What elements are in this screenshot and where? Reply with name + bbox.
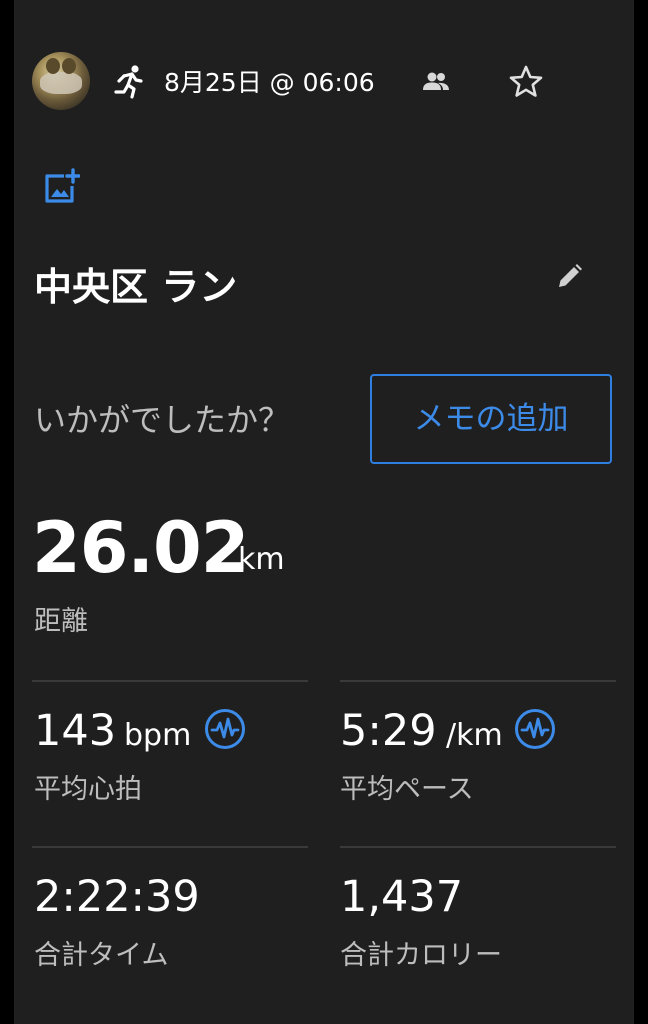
avg-heart-rate-unit: bpm: [124, 718, 192, 753]
distance-label: 距離: [34, 606, 88, 637]
total-time-value: 2:22:39: [34, 872, 200, 922]
avg-pace-unit: /km: [446, 718, 503, 753]
avatar[interactable]: [32, 52, 90, 110]
divider: [32, 680, 308, 682]
star-icon[interactable]: [508, 64, 544, 100]
divider: [32, 846, 308, 848]
distance-unit: km: [238, 542, 285, 577]
distance-value: 26.02: [32, 507, 249, 589]
activity-card: 8月25日 @ 06:06 中央区 ラン いかがでしたか？ メモの追加 26.0…: [14, 0, 634, 1024]
avg-pace-label: 平均ペース: [340, 774, 474, 805]
avg-heart-rate-label: 平均心拍: [34, 774, 142, 805]
total-time-label: 合計タイム: [34, 940, 169, 971]
avg-heart-rate-value: 143: [34, 706, 117, 756]
total-calories-label: 合計カロリー: [340, 940, 502, 971]
activity-date: 8月25日 @ 06:06: [164, 68, 375, 97]
divider: [340, 680, 616, 682]
running-icon: [114, 65, 143, 99]
add-photo-icon[interactable]: [42, 168, 80, 206]
activity-title: 中央区 ラン: [34, 265, 238, 309]
people-icon[interactable]: [422, 70, 450, 94]
add-memo-button[interactable]: メモの追加: [370, 374, 612, 464]
divider: [340, 846, 616, 848]
pulse-icon[interactable]: [514, 708, 556, 750]
avg-pace-value: 5:29: [340, 706, 437, 756]
pencil-icon[interactable]: [554, 262, 584, 292]
pulse-icon[interactable]: [204, 708, 246, 750]
total-calories-value: 1,437: [340, 872, 464, 922]
feedback-question: いかがでしたか？: [34, 401, 291, 439]
